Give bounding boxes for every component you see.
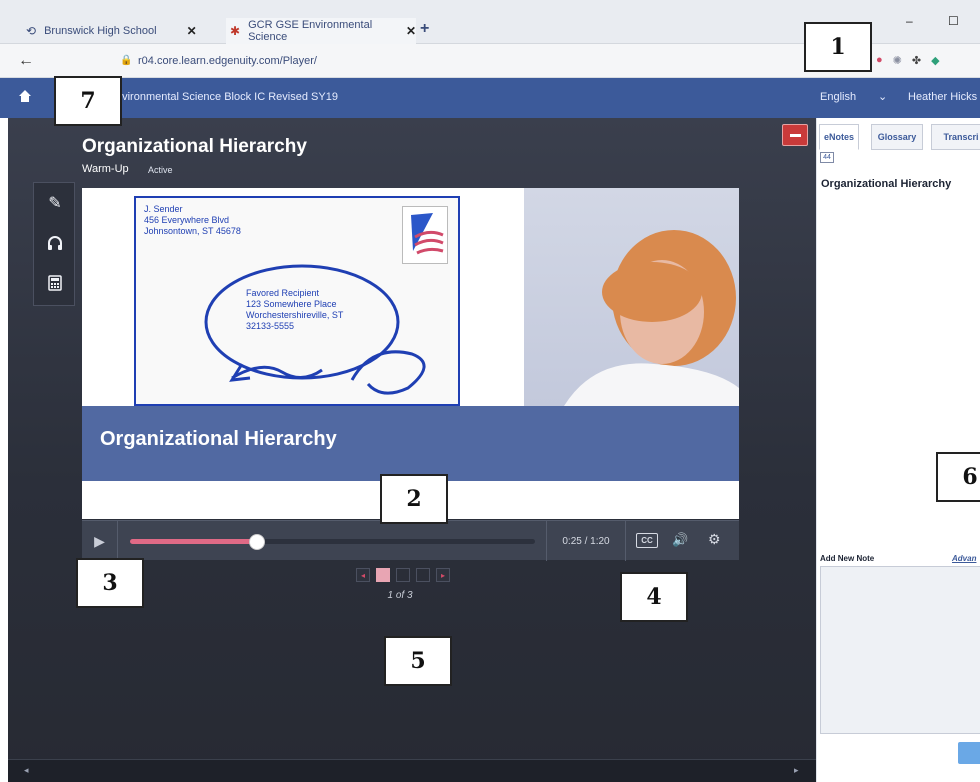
page-indicator-3[interactable] (416, 568, 430, 582)
window-minimize-button[interactable]: – (906, 14, 913, 28)
time-readout: 0:25 / 1:20 (546, 521, 626, 561)
user-name[interactable]: Heather Hicks (908, 91, 977, 103)
scroll-left-icon[interactable]: ◂ (24, 765, 29, 776)
lock-icon: 🔒 (120, 55, 133, 66)
page-count: 1 of 3 (387, 590, 413, 601)
callout-7: 7 (54, 76, 122, 126)
callout-3: 3 (76, 558, 144, 608)
lesson-title: Organizational Hierarchy (82, 136, 307, 157)
home-icon[interactable] (18, 89, 32, 103)
browser-tab-brunswick[interactable]: ⟲ Brunswick High School ✕ (26, 18, 226, 44)
callout-1: 1 (804, 22, 872, 72)
envelope-recipient: Favored Recipient 123 Somewhere Place Wo… (246, 288, 343, 332)
sender-line: J. Sender (144, 204, 183, 214)
recipient-line: Worchestershireville, ST (246, 310, 344, 320)
tab-label: Brunswick High School (44, 25, 157, 37)
headphones-icon[interactable] (34, 223, 76, 263)
callout-4: 4 (620, 572, 688, 622)
advanced-link[interactable]: Advan (952, 554, 976, 563)
tool-rail: ✎ (33, 182, 75, 306)
slide-title-band: Organizational Hierarchy (82, 406, 739, 481)
callout-5: 5 (384, 636, 452, 686)
scroll-right-icon[interactable]: ▸ (794, 765, 799, 776)
notes-heading: Organizational Hierarchy (821, 178, 952, 190)
extension-icon[interactable]: ● (876, 54, 883, 67)
stamp-icon (402, 206, 448, 264)
callout-6: 6 (936, 452, 980, 502)
previous-page-button[interactable]: ◂ (356, 568, 370, 582)
page-favicon-icon: ⟲ (26, 24, 37, 38)
envelope-sender: J. Sender 456 Everywhere Blvd Johnsontow… (144, 204, 241, 237)
extension-icon[interactable]: ✺ (893, 54, 902, 67)
progress-handle[interactable] (248, 534, 265, 550)
presenter-image (524, 188, 739, 406)
chevron-down-icon[interactable]: ⌄ (878, 90, 887, 103)
video-frame[interactable]: J. Sender 456 Everywhere Blvd Johnsontow… (82, 188, 739, 483)
next-page-button[interactable]: ▸ (436, 568, 450, 582)
browser-tab-environmental-science[interactable]: ✱ GCR GSE Environmental Science ✕ (226, 18, 416, 44)
callout-2: 2 (380, 474, 448, 524)
new-tab-button[interactable]: + (420, 20, 429, 38)
language-selector[interactable]: English (820, 91, 856, 103)
page-indicator-2[interactable] (396, 568, 410, 582)
volume-icon[interactable]: 🔊 (672, 532, 688, 548)
app-header: nvironmental Science Block IC Revised SY… (0, 78, 980, 118)
closed-captions-button[interactable]: CC (636, 533, 658, 548)
progress-slider[interactable] (130, 534, 535, 550)
tab-label: GCR GSE Environmental Science (248, 19, 373, 43)
new-note-textarea[interactable] (820, 566, 980, 734)
url-field[interactable]: r04.core.learn.edgenuity.com/Player/ (138, 55, 317, 67)
tab-transcript[interactable]: Transcri (931, 124, 980, 150)
recipient-line: 32133-5555 (246, 321, 295, 331)
sender-line: 456 Everywhere Blvd (144, 215, 230, 225)
edgenuity-favicon-icon: ✱ (230, 24, 241, 38)
slide-title: Organizational Hierarchy (100, 428, 337, 450)
course-title: nvironmental Science Block IC Revised SY… (116, 91, 338, 103)
collapse-panel-button[interactable] (782, 124, 808, 146)
puzzle-icon[interactable]: ✤ (912, 54, 921, 67)
slide-pager: ◂ ▸ (356, 568, 450, 584)
progress-fill (130, 539, 257, 544)
screen: ⟲ Brunswick High School ✕ ✱ GCR GSE Envi… (0, 0, 980, 782)
play-button[interactable]: ▶ (82, 521, 118, 561)
calculator-icon[interactable] (34, 263, 76, 303)
extension-icon[interactable]: ◆ (931, 54, 939, 67)
recipient-line: 123 Somewhere Place (246, 299, 337, 309)
recipient-line: Favored Recipient (246, 288, 320, 298)
activity-status: Active (148, 165, 173, 175)
settings-gear-icon[interactable]: ⚙ (708, 531, 721, 548)
tab-glossary[interactable]: Glossary (871, 124, 923, 150)
pencil-icon[interactable]: ✎ (34, 183, 76, 223)
back-arrow-icon[interactable]: ← (18, 52, 34, 70)
notes-counter-badge: 44 (820, 152, 834, 163)
tab-enotes[interactable]: eNotes (819, 124, 859, 150)
envelope-illustration: J. Sender 456 Everywhere Blvd Johnsontow… (134, 196, 460, 406)
activity-type: Warm-Up (82, 163, 129, 175)
close-tab-icon[interactable]: ✕ (406, 24, 416, 38)
window-maximize-button[interactable]: ☐ (948, 14, 959, 28)
save-note-button[interactable] (958, 742, 980, 764)
bottom-scroll-strip: ◂ ▸ (8, 759, 816, 782)
close-tab-icon[interactable]: ✕ (187, 24, 197, 38)
page-indicator-1[interactable] (376, 568, 390, 582)
sender-line: Johnsontown, ST 45678 (144, 226, 241, 236)
video-controls: ▶ 0:25 / 1:20 CC 🔊 ⚙ (82, 520, 739, 561)
extension-icons: ● ✺ ✤ ◆ (876, 54, 940, 67)
add-note-label: Add New Note (820, 554, 875, 563)
